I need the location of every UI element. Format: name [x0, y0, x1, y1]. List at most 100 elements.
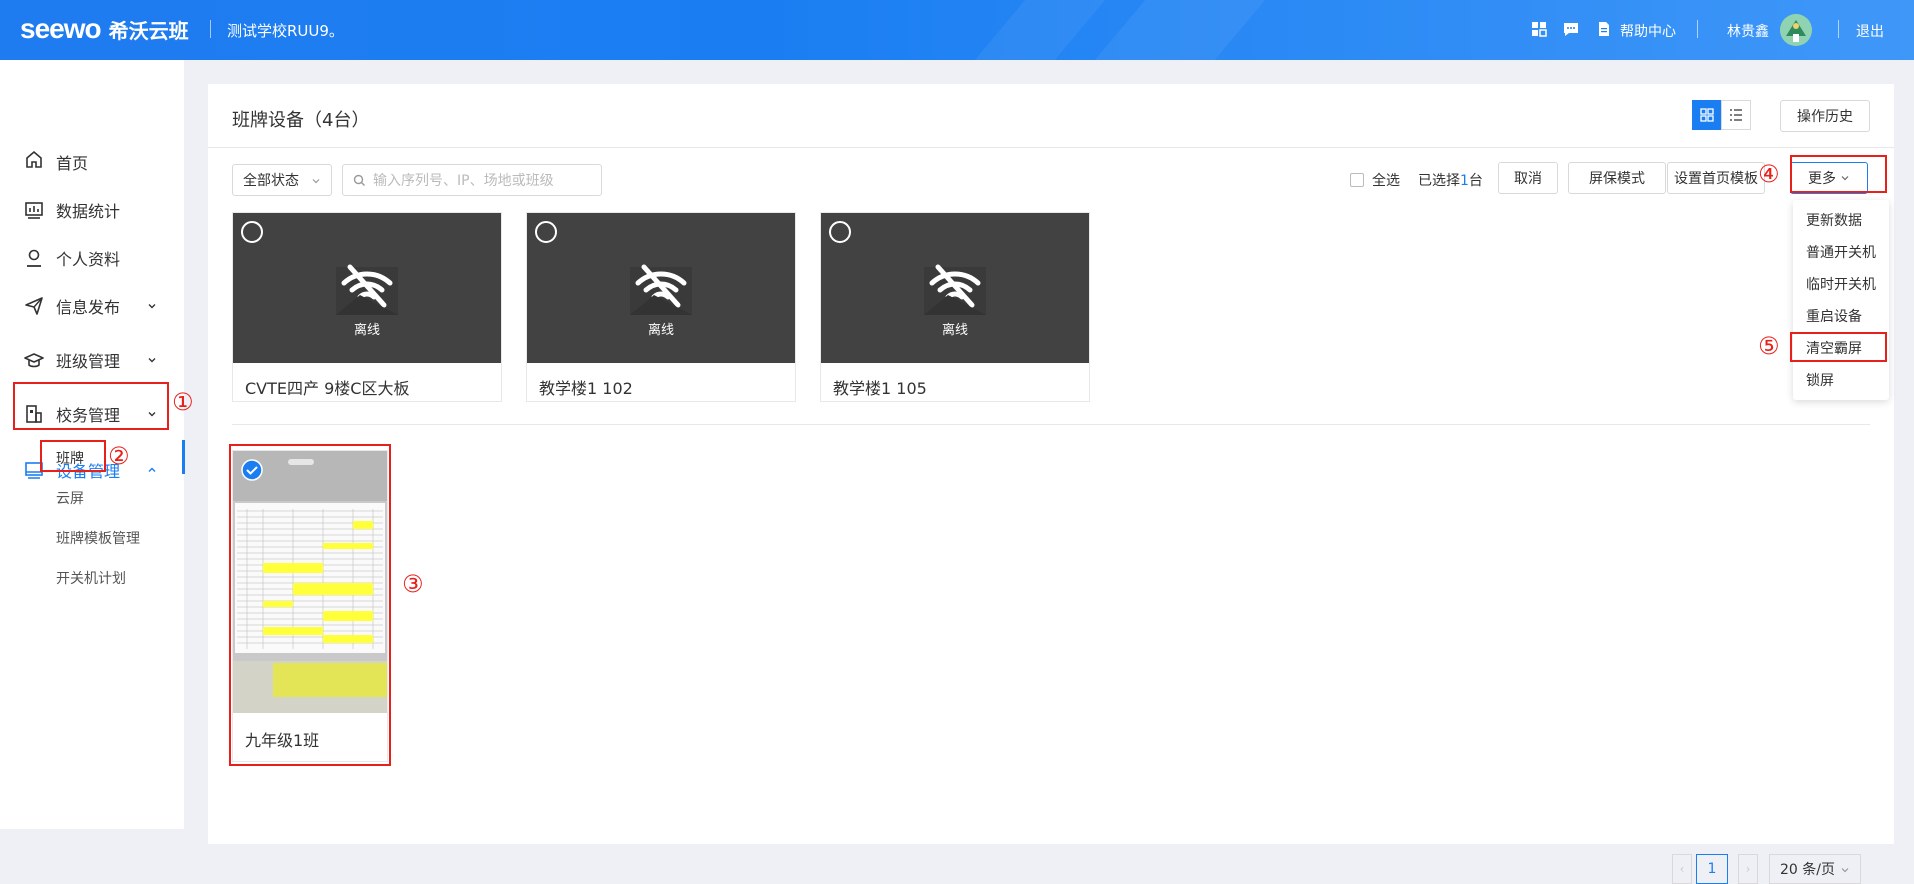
wifi-off-icon: [630, 264, 692, 315]
operation-history-button[interactable]: 操作历史: [1780, 100, 1870, 132]
sidebar-item-class[interactable]: 班级管理: [0, 340, 184, 380]
device-thumbnail: 离线: [527, 213, 795, 363]
user-name[interactable]: 林贵鑫: [1727, 21, 1769, 41]
sidebar-item-publish[interactable]: 信息发布: [0, 286, 184, 326]
select-radio[interactable]: [829, 221, 851, 243]
page-title: 班牌设备（4台）: [232, 110, 370, 131]
prev-page-button[interactable]: ‹: [1672, 854, 1692, 884]
page-size-select[interactable]: 20 条/页: [1769, 854, 1861, 884]
status-filter-value: 全部状态: [243, 173, 299, 189]
sidebar-item-label: 数据统计: [56, 202, 121, 221]
menu-item-restart[interactable]: 重启设备: [1806, 306, 1862, 326]
sidebar-sub-item-power-plan[interactable]: 开关机计划: [56, 568, 126, 588]
annotation-marker: ②: [108, 442, 130, 470]
sidebar-item-label: 信息发布: [56, 298, 121, 317]
sidebar-item-label: 班级管理: [56, 352, 121, 371]
divider: [1697, 20, 1698, 38]
select-radio[interactable]: [535, 221, 557, 243]
sidebar-item-home[interactable]: 首页: [0, 142, 184, 182]
chart-icon: [25, 202, 43, 219]
menu-item-temp-power[interactable]: 临时开关机: [1806, 274, 1876, 294]
device-thumbnail: 离线: [233, 213, 501, 363]
sidebar-sub-item-cloud-screen[interactable]: 云屏: [56, 488, 84, 508]
active-indicator: [182, 440, 185, 474]
device-thumbnail: 离线: [821, 213, 1089, 363]
chevron-down-icon: [148, 358, 156, 363]
message-icon[interactable]: [1563, 21, 1579, 37]
screensaver-mode-button[interactable]: 屏保模式: [1568, 162, 1666, 194]
search-placeholder: 输入序列号、IP、场地或班级: [373, 173, 554, 189]
selected-count: 1: [1460, 173, 1469, 189]
device-name: CVTE四产 9楼C区大板: [245, 379, 410, 398]
logo[interactable]: seewo 希沃云班: [20, 13, 189, 45]
select-radio[interactable]: [241, 221, 263, 243]
chevron-down-icon: [1841, 868, 1849, 873]
cancel-button[interactable]: 取消: [1498, 162, 1558, 194]
annotation-box: [40, 440, 106, 472]
wifi-off-icon: [336, 264, 398, 315]
list-view-button[interactable]: [1721, 100, 1751, 130]
annotation-box: [1790, 155, 1887, 193]
sidebar-sub-item-template[interactable]: 班牌模板管理: [56, 528, 140, 548]
send-icon: [25, 297, 43, 315]
chevron-down-icon: [148, 304, 156, 309]
main-panel: 班牌设备（4台） 操作历史 全部状态 输入序列号、IP、场地或班级 全选 已选择…: [208, 84, 1894, 884]
page-number[interactable]: 1: [1696, 854, 1728, 884]
offline-label: 离线: [353, 323, 380, 338]
sidebar-item-statistics[interactable]: 数据统计: [0, 190, 184, 230]
offline-label: 离线: [941, 323, 968, 338]
help-center-link[interactable]: 帮助中心: [1620, 21, 1676, 41]
graduation-icon: [24, 353, 44, 368]
set-home-template-button[interactable]: 设置首页模板: [1667, 162, 1765, 194]
grid-view-icon: [1700, 108, 1714, 122]
home-icon: [26, 150, 42, 168]
grid-view-button[interactable]: [1692, 100, 1722, 130]
divider: [210, 20, 211, 38]
search-icon: [353, 174, 365, 186]
avatar[interactable]: [1780, 14, 1812, 46]
annotation-marker: ③: [402, 570, 424, 598]
menu-item-update-data[interactable]: 更新数据: [1806, 210, 1862, 230]
search-input[interactable]: 输入序列号、IP、场地或班级: [342, 164, 602, 196]
logout-link[interactable]: 退出: [1856, 21, 1884, 41]
document-icon: [1599, 22, 1609, 36]
chevron-up-icon: [148, 467, 156, 472]
menu-item-lock-screen[interactable]: 锁屏: [1806, 370, 1834, 390]
sidebar-item-label: 个人资料: [56, 250, 121, 269]
annotation-marker: ④: [1758, 160, 1780, 188]
next-page-button[interactable]: ›: [1738, 854, 1758, 884]
divider: [232, 424, 1870, 425]
annotation-box: [13, 382, 169, 430]
annotation-marker: ⑤: [1758, 332, 1780, 360]
sidebar-item-profile[interactable]: 个人资料: [0, 238, 184, 278]
top-bar: seewo 希沃云班 测试学校RUU9。 帮助中心 林贵鑫 退出: [0, 0, 1914, 60]
device-name: 教学楼1 105: [833, 379, 927, 398]
status-filter-select[interactable]: 全部状态: [232, 164, 332, 196]
annotation-box: [229, 444, 391, 766]
divider: [208, 147, 1894, 148]
divider: [1838, 20, 1839, 38]
device-name: 教学楼1 102: [539, 379, 633, 398]
select-all-label[interactable]: 全选: [1372, 170, 1400, 190]
menu-item-normal-power[interactable]: 普通开关机: [1806, 242, 1876, 262]
device-card[interactable]: 离线 CVTE四产 9楼C区大板: [232, 212, 502, 402]
header-decoration: [974, 0, 1106, 60]
offline-label: 离线: [647, 323, 674, 338]
page-size-value: 20 条/页: [1780, 862, 1835, 878]
brand-text: seewo: [20, 13, 102, 44]
school-name[interactable]: 测试学校RUU9。: [227, 20, 344, 41]
chevron-down-icon: [312, 179, 320, 184]
product-name: 希沃云班: [108, 19, 189, 43]
select-all-checkbox[interactable]: [1350, 173, 1364, 187]
device-card[interactable]: 离线 教学楼1 105: [820, 212, 1090, 402]
wifi-off-icon: [924, 264, 986, 315]
grid-icon[interactable]: [1531, 21, 1547, 37]
list-view-icon: [1730, 109, 1742, 121]
header-decoration: [1094, 0, 1266, 60]
annotation-box: [1790, 332, 1887, 362]
selected-count-text: 已选择1台: [1418, 173, 1483, 189]
annotation-marker: ①: [172, 388, 194, 416]
more-dropdown-menu: 更新数据 普通开关机 临时开关机 重启设备 清空霸屏 锁屏: [1793, 200, 1889, 400]
device-card[interactable]: 离线 教学楼1 102: [526, 212, 796, 402]
sidebar-item-label: 首页: [56, 154, 89, 173]
